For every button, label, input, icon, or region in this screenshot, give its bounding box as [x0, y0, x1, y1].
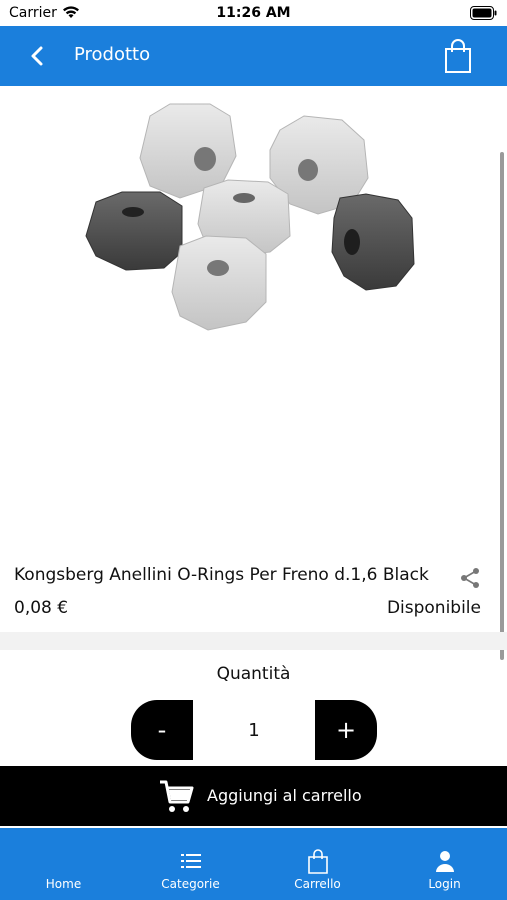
list-icon	[180, 854, 201, 868]
quantity-label: Quantità	[216, 664, 291, 684]
section-divider	[0, 632, 507, 650]
product-name: Kongsberg Anellini O-Rings Per Freno d.1…	[14, 565, 429, 585]
minus-label: -	[157, 716, 167, 744]
status-bar: Carrier 11:26 AM	[0, 0, 507, 26]
tab-label-home: Home	[45, 877, 82, 891]
increase-quantity-button[interactable]: +	[315, 700, 377, 760]
tab-label-login: Login	[428, 877, 461, 891]
user-icon	[435, 851, 454, 872]
tab-home[interactable]: Home	[0, 828, 127, 900]
decrease-quantity-button[interactable]: -	[131, 700, 193, 760]
tab-carrello[interactable]: Carrello	[254, 828, 381, 900]
tab-login[interactable]: Login	[381, 828, 507, 900]
product-image	[0, 86, 507, 546]
product-price: 0,08 €	[14, 598, 69, 618]
tab-categorie[interactable]: Categorie	[127, 828, 254, 900]
tab-label-carrello: Carrello	[294, 877, 341, 891]
octagonal-rings-image	[85, 103, 415, 331]
chevron-left-icon[interactable]	[24, 42, 52, 70]
shopping-bag-icon[interactable]	[443, 38, 473, 74]
shopping-bag-icon	[307, 849, 328, 874]
tab-label-categorie: Categorie	[161, 877, 220, 891]
quantity-value[interactable]: 1	[193, 700, 315, 760]
clock: 11:26 AM	[216, 5, 291, 21]
plus-label: +	[335, 716, 357, 744]
scroll-indicator[interactable]	[500, 152, 504, 660]
nav-bar: Prodotto	[0, 26, 507, 86]
availability-status: Disponibile	[386, 598, 481, 618]
add-to-cart-label: Aggiungi al carrello	[207, 786, 362, 805]
battery-icon	[470, 6, 497, 20]
cart-icon	[160, 780, 194, 812]
share-icon[interactable]	[459, 567, 481, 589]
add-to-cart-button[interactable]: Aggiungi al carrello	[0, 766, 507, 826]
tab-bar: Home Categorie Carrello Login	[0, 828, 507, 900]
page-title: Prodotto	[74, 44, 151, 65]
